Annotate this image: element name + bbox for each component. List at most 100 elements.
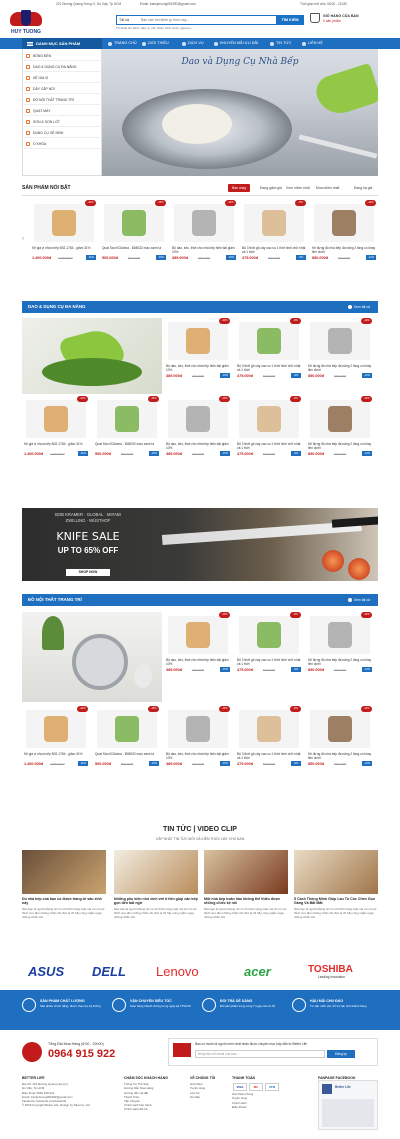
news-card[interactable]: Dù nhà bếp của bạn có được trang trí sâu… (22, 850, 106, 942)
product-image[interactable] (239, 710, 299, 748)
product-image[interactable] (26, 710, 86, 748)
brand-logo-dell[interactable]: DELL (92, 964, 126, 980)
tab-most-viewed[interactable]: Xem nhiều nhất (282, 184, 314, 192)
newsletter-email-input[interactable]: Nhập địa chỉ email của bạn... (195, 1050, 325, 1058)
sidebar-item-knives[interactable]: Dao & dụng cụ đa năng (23, 62, 103, 72)
product-name[interactable]: Bộ 3 thớt gỗ cây cao su 1 thớt hình chữ … (237, 442, 301, 450)
hotline-number[interactable]: 0964 915 922 (48, 1048, 115, 1061)
product-card[interactable]: -10% Bộ dao, kéo, thớt cho nhà bếp hiện đ… (164, 396, 232, 466)
product-name[interactable]: Bộ 3 thớt gỗ cây cao su 1 thớt hình chữ … (237, 658, 301, 666)
knives-feature-image[interactable] (22, 318, 162, 394)
product-image[interactable] (310, 400, 370, 438)
search-category-select[interactable]: Tất cả (119, 18, 129, 22)
carousel-prev-icon[interactable]: ‹ (22, 236, 24, 243)
footer-link[interactable]: Điều khoản (232, 1105, 312, 1109)
footer-link[interactable]: Chính sách đổi trả (124, 1107, 184, 1111)
product-image[interactable] (104, 204, 164, 242)
sidebar-item-cleaning[interactable]: Dụng cụ vệ sinh (23, 128, 103, 138)
nav-item-home[interactable]: TRANG CHỦ (106, 38, 137, 49)
product-card[interactable]: -10% Bộ dao, kéo, thớt cho nhà bếp hiện đ… (170, 200, 238, 270)
product-card[interactable]: -31% Kệ giá vị nhựa bếp B02-1784 - giảm 3… (22, 396, 90, 466)
footer-link[interactable]: Hỏi đáp (190, 1095, 230, 1099)
news-headline[interactable]: Những phụ kiện nhỏ xinh với ít tiền giúp… (114, 897, 198, 906)
product-card[interactable]: -9% Bộ 3 thớt gỗ cây cao su 1 thớt hình c… (235, 706, 303, 776)
product-card[interactable]: -12% Kệ đựng đồ nhà bếp đa năng 2 tầng có… (306, 396, 374, 466)
product-card[interactable]: -9% Bộ 3 thớt gỗ cây cao su 1 thớt hình c… (240, 200, 308, 270)
brand-logo-acer[interactable]: acer (244, 964, 271, 980)
product-image[interactable] (310, 322, 370, 360)
knives-view-all-link[interactable]: Xem tất cả (348, 301, 370, 313)
product-image[interactable] (34, 204, 94, 242)
sidebar-item-lights[interactable]: Bồng đèn (23, 51, 103, 61)
product-image[interactable] (168, 710, 228, 748)
product-card[interactable]: -12% Kệ đựng đồ nhà bếp đa năng 2 tầng có… (306, 706, 374, 776)
product-name[interactable]: Bộ 3 thớt gỗ cây cao su 1 thớt hình chữ … (237, 752, 301, 760)
product-card[interactable]: -10% Bộ dao, kéo, thớt cho nhà bếp hiện đ… (164, 318, 232, 388)
product-image[interactable] (168, 400, 228, 438)
hero-banner[interactable]: Dao và Dụng Cụ Nhà Bếp (102, 49, 378, 176)
product-card[interactable]: -15% Quạt Sàn KDAnina - B08032 màu xanh l… (100, 200, 168, 270)
product-card[interactable]: -12% Kệ đựng đồ nhà bếp đa năng 2 tầng có… (306, 318, 374, 388)
product-name[interactable]: Bộ dao, kéo, thớt cho nhà bếp hiện đại g… (166, 658, 230, 666)
tab-price-drop[interactable]: Đang hạ giá (350, 184, 376, 192)
nav-item-about[interactable]: GIỚI THIỆU (140, 38, 169, 49)
brand-logo-asus[interactable]: ASUS (28, 964, 64, 980)
product-name[interactable]: Quạt Sàn KDAnina - B08032 màu xanh lá (102, 246, 166, 254)
product-image[interactable] (168, 616, 228, 654)
product-name[interactable]: Quạt Sàn KDAnina - B08032 màu xanh lá (95, 752, 159, 760)
decor-feature-image[interactable] (22, 612, 162, 702)
shop-now-button[interactable]: SHOP NOW (66, 569, 110, 576)
product-card[interactable]: -15% Quạt Sàn KDAnina - B08032 màu xanh l… (93, 396, 161, 466)
product-card[interactable]: -10% Bộ dao, kéo, thớt cho nhà bếp hiện đ… (164, 706, 232, 776)
product-name[interactable]: Bộ dao, kéo, thớt cho nhà bếp hiện đại g… (166, 752, 230, 760)
tab-most-bought[interactable]: Mua nhiều nhất (312, 184, 343, 192)
product-name[interactable]: Bộ dao, kéo, thớt cho nhà bếp hiện đại g… (172, 246, 236, 254)
product-name[interactable]: Bộ dao, kéo, thớt cho nhà bếp hiện đại g… (166, 364, 230, 372)
category-menu-button[interactable]: DANH MỤC SẢN PHẨM (22, 38, 102, 49)
nav-item-contact[interactable]: LIÊN HỆ (300, 38, 323, 49)
product-image[interactable] (310, 616, 370, 654)
product-image[interactable] (239, 322, 299, 360)
product-image[interactable] (168, 322, 228, 360)
site-logo[interactable]: HUY TUONG (4, 8, 48, 38)
news-card[interactable]: 5 Cách Thông Minh Giúp Lau Tủ Cốc Chén G… (294, 850, 378, 942)
cart-widget[interactable]: GIỎ HÀNG CỦA BẠN 0 sản phẩm (310, 13, 396, 27)
news-card[interactable]: Những phụ kiện nhỏ xinh với ít tiền giúp… (114, 850, 198, 942)
product-card[interactable]: -9% Bộ 3 thớt gỗ cây cao su 1 thớt hình c… (235, 612, 303, 682)
tab-best-selling[interactable]: Bán chạy (228, 184, 251, 193)
product-card[interactable]: -12% Kệ đựng đồ nhà bếp đa năng 2 tầng có… (306, 612, 374, 682)
product-card[interactable]: -31% Kệ giá vị nhựa bếp B02-1784 - giảm 3… (22, 706, 90, 776)
news-headline[interactable]: 5 Cách Thông Minh Giúp Lau Tủ Cốc Chén G… (294, 897, 378, 906)
product-image[interactable] (174, 204, 234, 242)
nav-item-news[interactable]: TIN TỨC (268, 38, 291, 49)
product-name[interactable]: Kệ đựng đồ nhà bếp đa năng 2 tầng có kha… (308, 752, 372, 760)
product-name[interactable]: Kệ đựng đồ nhà bếp đa năng 2 tầng có kha… (308, 658, 372, 666)
hotline[interactable]: Tổng Đài Mua Hàng (8:00 - 22h00) 0964 91… (22, 1040, 142, 1064)
product-name[interactable]: Kệ đựng đồ nhà bếp đa năng 2 tầng có kha… (312, 246, 376, 254)
product-image[interactable] (26, 400, 86, 438)
product-name[interactable]: Kệ giá vị nhựa bếp B02-1784 - giảm 31% (24, 442, 88, 450)
product-name[interactable]: Bộ dao, kéo, thớt cho nhà bếp hiện đại g… (166, 442, 230, 450)
product-name[interactable]: Bộ 3 thớt gỗ cây cao su 1 thớt hình chữ … (242, 246, 306, 254)
product-card[interactable]: -9% Bộ 3 thớt gỗ cây cao su 1 thớt hình c… (235, 396, 303, 466)
product-card[interactable]: -15% Quạt Sàn KDAnina - B08032 màu xanh l… (93, 706, 161, 776)
product-card[interactable]: -10% Bộ dao, kéo, thớt cho nhà bếp hiện đ… (164, 612, 232, 682)
product-image[interactable] (314, 204, 374, 242)
product-name[interactable]: Quạt Sàn KDAnina - B08032 màu xanh lá (95, 442, 159, 450)
news-card[interactable]: Một nhà bếp hoàn hảo không thể thiếu đượ… (204, 850, 288, 942)
nav-item-services[interactable]: DỊCH VỤ (180, 38, 204, 49)
product-name[interactable]: Kệ đựng đồ nhà bếp đa năng 2 tầng có kha… (308, 364, 372, 372)
product-name[interactable]: Kệ giá vị nhựa bếp B02-1784 - giảm 31% (24, 752, 88, 760)
brand-logo-lenovo[interactable]: Lenovo (156, 964, 199, 980)
sidebar-item-decor[interactable]: Đồ nội thất trang trí (23, 95, 103, 105)
sidebar-item-locks[interactable]: Ổ khóa (23, 139, 103, 149)
search-input[interactable] (139, 16, 275, 24)
news-headline[interactable]: Một nhà bếp hoàn hảo không thể thiếu đượ… (204, 897, 288, 906)
product-card[interactable]: -12% Kệ đựng đồ nhà bếp đa năng 2 tầng có… (310, 200, 378, 270)
product-image[interactable] (239, 400, 299, 438)
knife-sale-banner[interactable]: BOB KRAMER · GLOBAL · MIYABI ZWILLING · W… (22, 508, 378, 581)
product-name[interactable]: Kệ giá vị nhựa bếp B02-1784 - giảm 31% (32, 246, 96, 254)
product-image[interactable] (97, 710, 157, 748)
product-card[interactable]: -9% Bộ 3 thớt gỗ cây cao su 1 thớt hình c… (235, 318, 303, 388)
nav-item-promotions[interactable]: KHUYẾN MÃI ƯU ĐÃI (212, 38, 258, 49)
